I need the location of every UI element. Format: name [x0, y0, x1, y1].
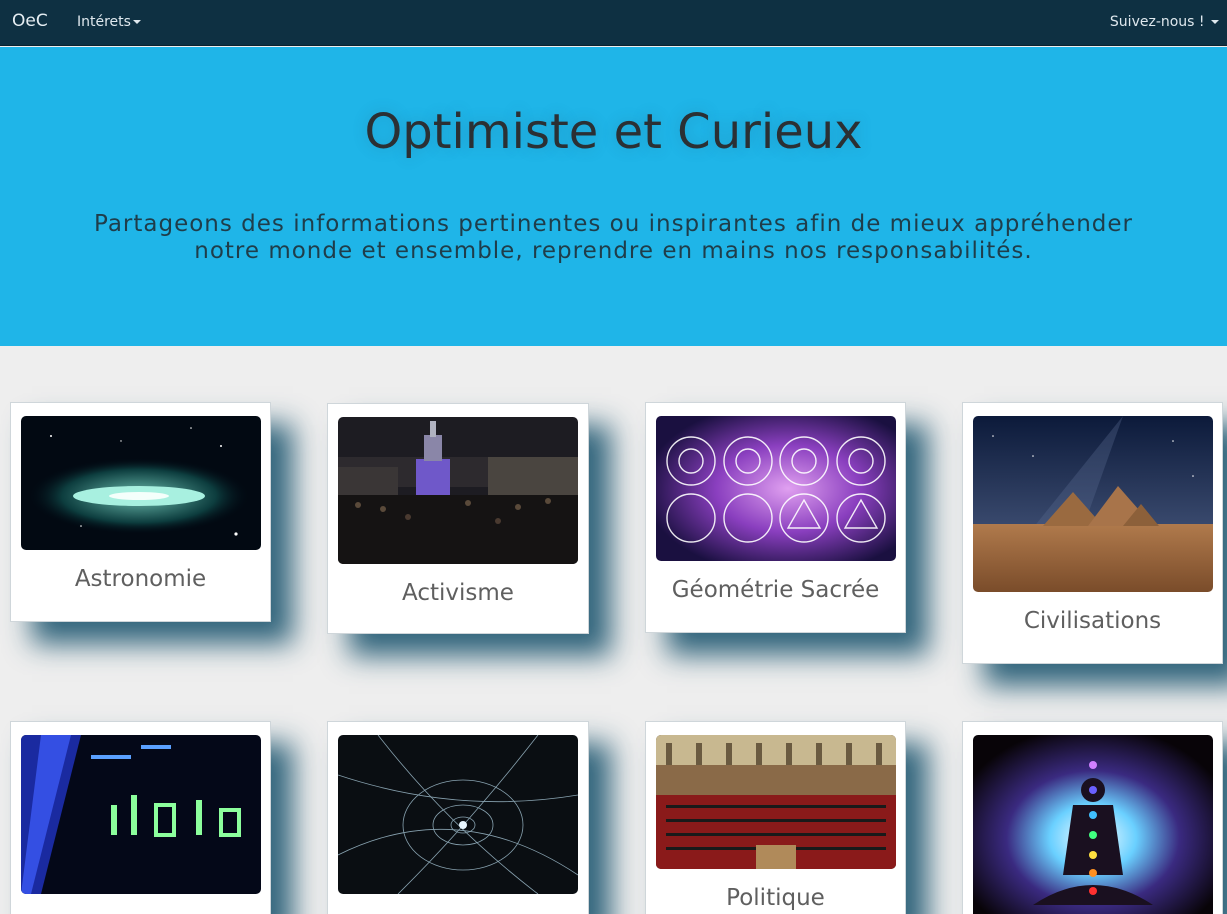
sacred-geometry-image — [656, 416, 896, 561]
card-spiritualite[interactable] — [962, 721, 1223, 914]
quantum-spiral-image — [338, 735, 578, 894]
card-label: Activisme — [402, 580, 514, 606]
card-politique[interactable]: Politique — [645, 721, 906, 914]
interests-label: Intérets — [77, 14, 131, 30]
page-title: Optimiste et Curieux — [364, 104, 863, 160]
card-science[interactable] — [327, 721, 589, 914]
follow-us-label: Suivez-nous ! — [1109, 14, 1205, 30]
card-label: Politique — [726, 885, 825, 911]
caret-down-icon — [1211, 20, 1219, 24]
card-label: Civilisations — [1023, 608, 1162, 634]
galaxy-image — [21, 416, 261, 550]
brand-link[interactable]: OeC — [12, 11, 48, 31]
stock-ticker-image — [21, 735, 261, 894]
card-label: Astronomie — [74, 566, 207, 592]
hero-banner: Optimiste et Curieux Partageons des info… — [0, 47, 1227, 346]
caret-down-icon — [132, 20, 141, 24]
top-navbar: OeC Intérets Suivez-nous ! — [0, 0, 1227, 46]
card-finance[interactable] — [10, 721, 271, 914]
parliament-image — [656, 735, 896, 869]
card-civilisations[interactable]: Civilisations — [962, 402, 1223, 664]
follow-us-dropdown[interactable]: Suivez-nous ! — [1110, 14, 1219, 30]
hero-subtitle: Partageons des informations pertinentes … — [93, 211, 1134, 264]
pyramids-image — [973, 416, 1213, 592]
interests-dropdown[interactable]: Intérets — [77, 14, 141, 30]
card-geometrie-sacree[interactable]: Géométrie Sacrée — [645, 402, 906, 633]
card-astronomie[interactable]: Astronomie — [10, 402, 271, 622]
card-label: Géométrie Sacrée — [671, 577, 880, 603]
night-crowd-image — [338, 417, 578, 564]
card-activisme[interactable]: Activisme — [327, 403, 589, 634]
meditation-chakras-image — [973, 735, 1213, 914]
